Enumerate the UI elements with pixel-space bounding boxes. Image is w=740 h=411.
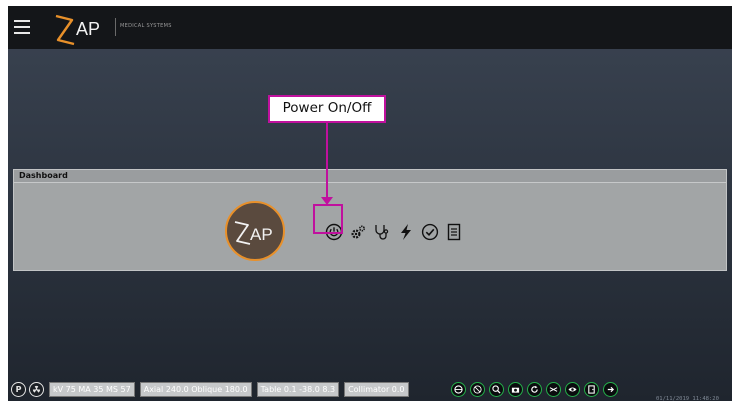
dashboard-panel: Dashboard AP xyxy=(13,169,727,271)
gears-icon xyxy=(351,225,366,239)
scissors-icon xyxy=(549,387,557,392)
brand-text: AP xyxy=(76,19,100,39)
callout-connector xyxy=(326,123,328,203)
scissors-button[interactable] xyxy=(545,382,561,397)
zoom-button[interactable] xyxy=(488,382,504,397)
table-readout: Table 0.1 -38.0 8.3 xyxy=(256,382,340,397)
top-bar: AP MEDICAL SYSTEMS xyxy=(8,6,732,49)
p-button[interactable]: P xyxy=(11,382,26,397)
eye-icon xyxy=(567,387,577,392)
dashboard-toolbar xyxy=(324,222,468,242)
energy-button[interactable] xyxy=(396,222,416,242)
beam-readout: kV 75 MA 35 MS 57 xyxy=(49,382,135,397)
refresh-icon xyxy=(530,385,538,393)
collimator-readout: Collimator 0.0 xyxy=(344,382,409,397)
emblem-text: AP xyxy=(250,225,273,244)
status-bar: P kV 75 MA 35 MS 57 Axial 240.0 Oblique … xyxy=(8,378,732,401)
target-icon xyxy=(472,385,482,394)
stethoscope-icon xyxy=(375,225,389,240)
lightning-icon xyxy=(401,224,411,240)
camera-button[interactable] xyxy=(507,382,523,397)
settings-button[interactable] xyxy=(348,222,368,242)
globe-button[interactable] xyxy=(450,382,466,397)
globe-icon xyxy=(453,385,463,394)
radiation-button[interactable] xyxy=(29,382,44,397)
radiation-icon xyxy=(32,385,41,393)
timestamp: 01/11/2019 11:48:20 xyxy=(656,396,719,402)
door-icon xyxy=(587,385,595,394)
dashboard-title: Dashboard xyxy=(14,170,726,183)
target-button[interactable] xyxy=(469,382,485,397)
refresh-button[interactable] xyxy=(526,382,542,397)
door-button[interactable] xyxy=(583,382,599,397)
diagnostics-button[interactable] xyxy=(372,222,392,242)
app-window: AP MEDICAL SYSTEMS Dashboard AP P kV 75 … xyxy=(8,6,732,401)
document-icon xyxy=(447,223,461,241)
eye-button[interactable] xyxy=(564,382,580,397)
log-button[interactable] xyxy=(444,222,464,242)
check-circle-icon xyxy=(421,223,439,241)
menu-icon[interactable] xyxy=(14,18,30,36)
power-callout: Power On/Off xyxy=(268,95,386,123)
camera-icon xyxy=(511,387,519,393)
logo-divider xyxy=(115,18,116,36)
verify-button[interactable] xyxy=(420,222,440,242)
zap-emblem: AP xyxy=(225,201,285,261)
callout-highlight xyxy=(313,204,343,234)
exit-button[interactable] xyxy=(602,382,618,397)
exit-icon xyxy=(607,386,614,393)
brand-subtitle: MEDICAL SYSTEMS xyxy=(120,23,172,29)
magnifier-icon xyxy=(491,385,501,394)
zap-logo: AP xyxy=(55,14,100,46)
angle-readout: Axial 240.0 Oblique 180.0 xyxy=(139,382,252,397)
